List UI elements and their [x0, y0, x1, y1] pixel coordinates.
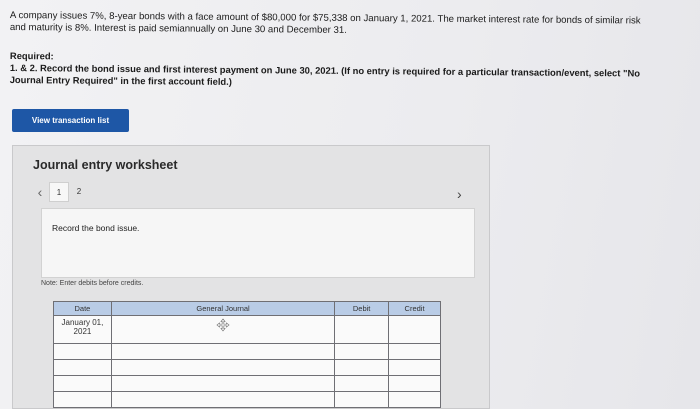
credit-input[interactable]	[388, 315, 441, 344]
date-select[interactable]	[53, 391, 112, 408]
account-select[interactable]	[110, 315, 336, 344]
page-tab-1[interactable]: 1	[49, 182, 69, 202]
table-row	[53, 343, 441, 360]
view-transaction-list-button[interactable]: View transaction list	[12, 109, 129, 132]
journal-entry-worksheet: Journal entry worksheet ‹ 1 2 › Record t…	[12, 145, 490, 409]
account-column-header: General Journal	[110, 301, 336, 316]
page-tab-2[interactable]: 2	[69, 182, 89, 202]
date-select[interactable]: January 01, 2021	[53, 315, 112, 344]
required-section: Required: 1. & 2. Record the bond issue …	[10, 50, 650, 92]
transaction-description: Record the bond issue.	[52, 223, 140, 233]
account-select[interactable]	[110, 343, 336, 360]
credit-input[interactable]	[388, 343, 441, 360]
date-value: January 01, 2021	[61, 318, 104, 336]
debit-input[interactable]	[334, 343, 390, 360]
credit-input[interactable]	[388, 391, 441, 408]
move-icon[interactable]	[216, 318, 230, 332]
required-instructions: 1. & 2. Record the bond issue and first …	[10, 62, 650, 92]
date-select[interactable]	[53, 343, 112, 360]
debit-input[interactable]	[334, 391, 390, 408]
debit-column-header: Debit	[334, 301, 390, 316]
entry-note: Note: Enter debits before credits.	[41, 280, 144, 287]
credit-column-header: Credit	[388, 301, 441, 316]
worksheet-pager: ‹ 1 2	[31, 182, 89, 202]
date-column-header: Date	[53, 301, 112, 316]
chevron-left-icon[interactable]: ‹	[31, 184, 49, 200]
table-row	[53, 359, 441, 376]
debit-input[interactable]	[334, 359, 390, 376]
credit-input[interactable]	[388, 359, 441, 376]
date-select[interactable]	[53, 359, 112, 376]
debit-input[interactable]	[334, 375, 390, 392]
table-row	[53, 375, 441, 392]
account-select[interactable]	[110, 359, 336, 376]
debit-input[interactable]	[334, 315, 390, 344]
journal-table: Date General Journal Debit Credit Januar…	[53, 301, 441, 408]
chevron-right-icon[interactable]: ›	[457, 186, 462, 202]
table-row: January 01, 2021	[53, 315, 441, 344]
worksheet-title: Journal entry worksheet	[33, 158, 178, 172]
journal-header-row: Date General Journal Debit Credit	[53, 301, 441, 316]
transaction-description-box: Record the bond issue.	[41, 208, 475, 278]
credit-input[interactable]	[388, 375, 441, 392]
account-select[interactable]	[110, 375, 336, 392]
date-select[interactable]	[53, 375, 112, 392]
problem-statement: A company issues 7%, 8-year bonds with a…	[9, 10, 641, 36]
account-select[interactable]	[110, 391, 336, 408]
table-row	[53, 391, 441, 408]
